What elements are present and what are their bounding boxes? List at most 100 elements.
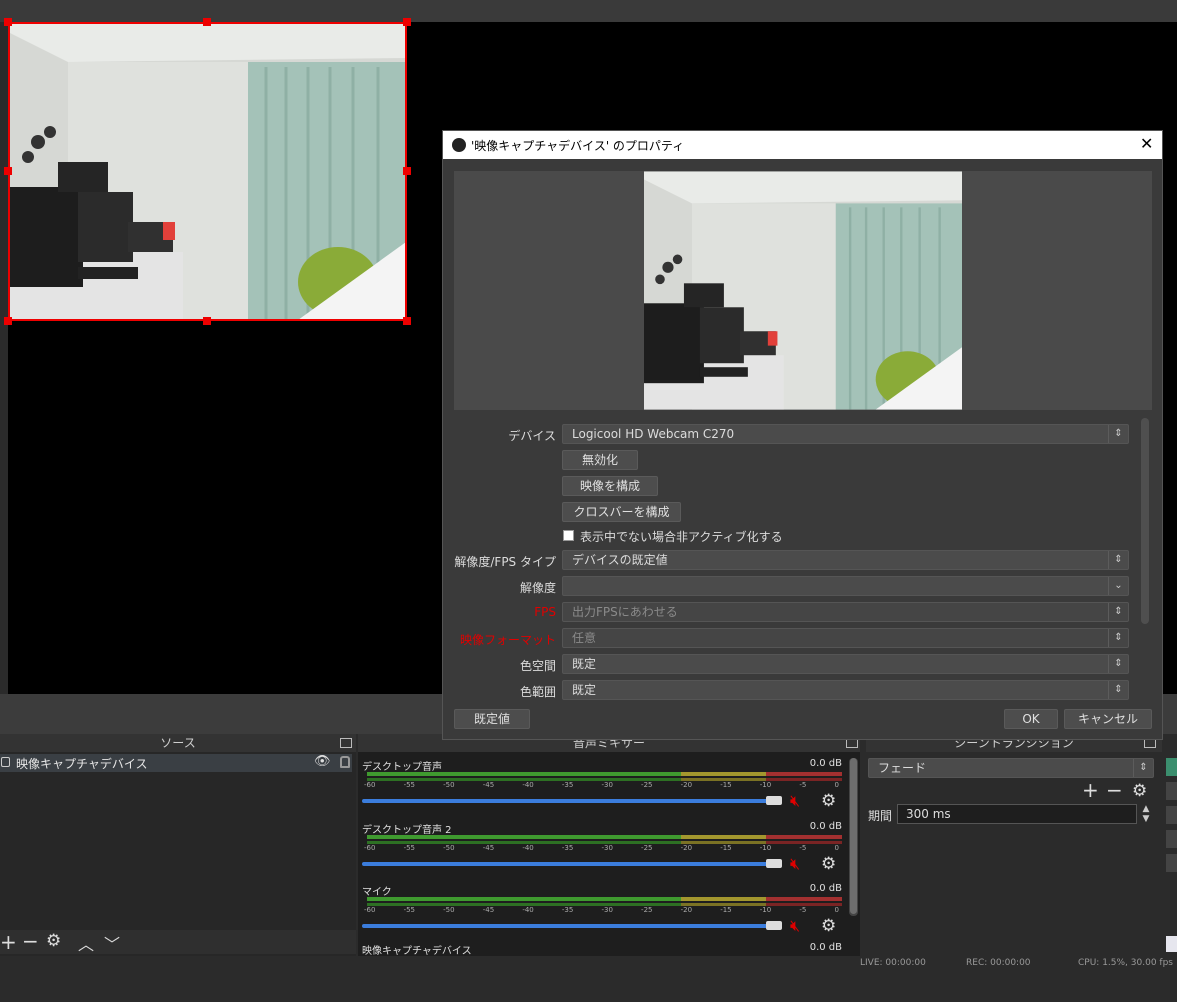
scale-tick: -20 <box>680 906 693 914</box>
muted-speaker-icon[interactable]: 🔇︎ <box>790 854 800 874</box>
scale-tick: -15 <box>720 781 732 789</box>
channel-db: 0.0 dB <box>809 883 842 894</box>
scale-tick: -60 <box>364 906 376 914</box>
chevron-up-icon[interactable]: ︿ <box>78 931 94 955</box>
channel-db: 0.0 dB <box>809 758 842 769</box>
scale-tick: -15 <box>720 844 732 852</box>
add-icon[interactable]: + <box>1082 778 1099 802</box>
checkbox-label: 表示中でない場合非アクティブ化する <box>580 530 783 544</box>
updown-icon: ⇕ <box>1133 759 1153 777</box>
resolution-select[interactable]: ⌄ <box>562 576 1129 596</box>
cancel-button[interactable]: キャンセル <box>1064 709 1152 729</box>
dialog-titlebar: '映像キャプチャデバイス' のプロパティ ✕ <box>443 131 1162 159</box>
scale-tick: -5 <box>799 781 807 789</box>
volume-fader[interactable] <box>362 862 770 866</box>
resize-handle[interactable] <box>4 317 12 325</box>
control-button[interactable] <box>1166 782 1177 800</box>
scale-tick: -35 <box>561 781 574 789</box>
chevron-down-icon[interactable]: ﹀ <box>104 931 120 955</box>
res-fps-type-select[interactable]: デバイスの既定値 ⇕ <box>562 550 1129 570</box>
scale-tick: -5 <box>799 844 807 852</box>
scale-tick: -45 <box>482 781 495 789</box>
fader-handle[interactable] <box>766 921 782 930</box>
scale-tick: -30 <box>601 906 613 914</box>
scale-tick: -35 <box>561 906 574 914</box>
resize-handle[interactable] <box>403 167 411 175</box>
resize-handle[interactable] <box>203 317 211 325</box>
color-space-value: 既定 <box>572 657 597 671</box>
deactivate-button[interactable]: 無効化 <box>562 450 638 470</box>
scale-tick: -40 <box>522 781 534 789</box>
channel-name: デスクトップ音声 2 <box>362 825 452 836</box>
transition-select[interactable]: フェード ⇕ <box>868 758 1154 778</box>
close-icon[interactable]: ✕ <box>1140 134 1153 153</box>
muted-speaker-icon[interactable]: 🔇︎ <box>790 916 800 936</box>
resize-handle[interactable] <box>4 18 12 26</box>
device-select[interactable]: Logicool HD Webcam C270 ⇕ <box>562 424 1129 444</box>
control-button[interactable] <box>1166 854 1177 872</box>
fps-select: 出力FPSにあわせる ⇕ <box>562 602 1129 622</box>
control-button[interactable] <box>1166 806 1177 824</box>
mixer-scrollbar[interactable] <box>849 758 858 916</box>
scale-tick: -10 <box>759 906 772 914</box>
remove-icon[interactable]: − <box>22 929 39 953</box>
configure-video-button[interactable]: 映像を構成 <box>562 476 658 496</box>
obs-logo-icon <box>452 138 466 152</box>
volume-fader[interactable] <box>362 799 770 803</box>
gear-icon[interactable]: ⚙ <box>821 854 836 874</box>
defaults-button[interactable]: 既定値 <box>454 709 530 729</box>
resolution-label: 解像度 <box>519 581 556 595</box>
source-item[interactable]: 映像キャプチャデバイス 👁 <box>0 754 352 772</box>
unlock-icon[interactable] <box>340 756 350 768</box>
meter-scale: -60 -55 -50 -45 -40 -35 -30 -25 -20 -15 -10 -5 0 <box>364 844 839 852</box>
deactivate-when-hidden-checkbox[interactable] <box>563 530 574 541</box>
scale-tick: -25 <box>641 906 653 914</box>
scale-tick: 0 <box>834 781 839 789</box>
transition-type: フェード <box>878 761 927 775</box>
ok-button[interactable]: OK <box>1004 709 1058 729</box>
resize-handle[interactable] <box>4 167 12 175</box>
volume-meter <box>367 835 842 839</box>
color-range-select[interactable]: 既定 ⇕ <box>562 680 1129 700</box>
start-streaming-button[interactable] <box>1166 758 1177 776</box>
scale-tick: -5 <box>799 906 807 914</box>
remove-icon[interactable]: − <box>1106 778 1123 802</box>
scale-tick: -25 <box>641 781 653 789</box>
muted-speaker-icon[interactable]: 🔇︎ <box>790 791 800 811</box>
gear-icon[interactable]: ⚙ <box>821 791 836 811</box>
scale-tick: 0 <box>834 906 839 914</box>
resize-handle[interactable] <box>403 18 411 26</box>
undock-icon[interactable] <box>340 738 352 748</box>
color-range-label: 色範囲 <box>519 685 556 699</box>
volume-fader[interactable] <box>362 924 770 928</box>
gear-icon[interactable]: ⚙ <box>821 916 836 936</box>
duration-input[interactable]: 300 ms <box>897 804 1137 824</box>
updown-icon: ⇕ <box>1108 425 1128 443</box>
dialog-scrollbar[interactable] <box>1141 418 1149 624</box>
color-space-select[interactable]: 既定 ⇕ <box>562 654 1129 674</box>
control-button[interactable] <box>1166 830 1177 848</box>
fps-label: FPS <box>534 605 556 619</box>
studio-mode-icon[interactable] <box>1166 936 1177 952</box>
eye-icon[interactable]: 👁 <box>314 754 331 769</box>
resize-handle[interactable] <box>403 317 411 325</box>
mixer-channel: 映像キャプチャデバイス 0.0 dB <box>362 942 844 1002</box>
gear-icon[interactable]: ⚙ <box>1132 781 1147 801</box>
status-bar: LIVE: 00:00:00 REC: 00:00:00 CPU: 1.5%, … <box>0 956 1177 968</box>
add-icon[interactable]: + <box>0 930 17 954</box>
color-space-label: 色空間 <box>519 659 556 673</box>
source-selection-box[interactable] <box>8 22 407 321</box>
scale-tick: -35 <box>561 844 574 852</box>
scale-tick: -25 <box>641 844 653 852</box>
fader-handle[interactable] <box>766 859 782 868</box>
fader-handle[interactable] <box>766 796 782 805</box>
gear-icon[interactable]: ⚙ <box>46 931 61 951</box>
duration-label: 期間 <box>868 809 893 823</box>
scale-tick: -60 <box>364 844 376 852</box>
duration-value: 300 ms <box>906 807 951 821</box>
video-format-select: 任意 ⇕ <box>562 628 1129 648</box>
resize-handle[interactable] <box>203 18 211 26</box>
color-range-value: 既定 <box>572 683 597 697</box>
spin-arrows-icon[interactable]: ▲ ▼ <box>1139 804 1153 824</box>
configure-crossbar-button[interactable]: クロスバーを構成 <box>562 502 681 522</box>
